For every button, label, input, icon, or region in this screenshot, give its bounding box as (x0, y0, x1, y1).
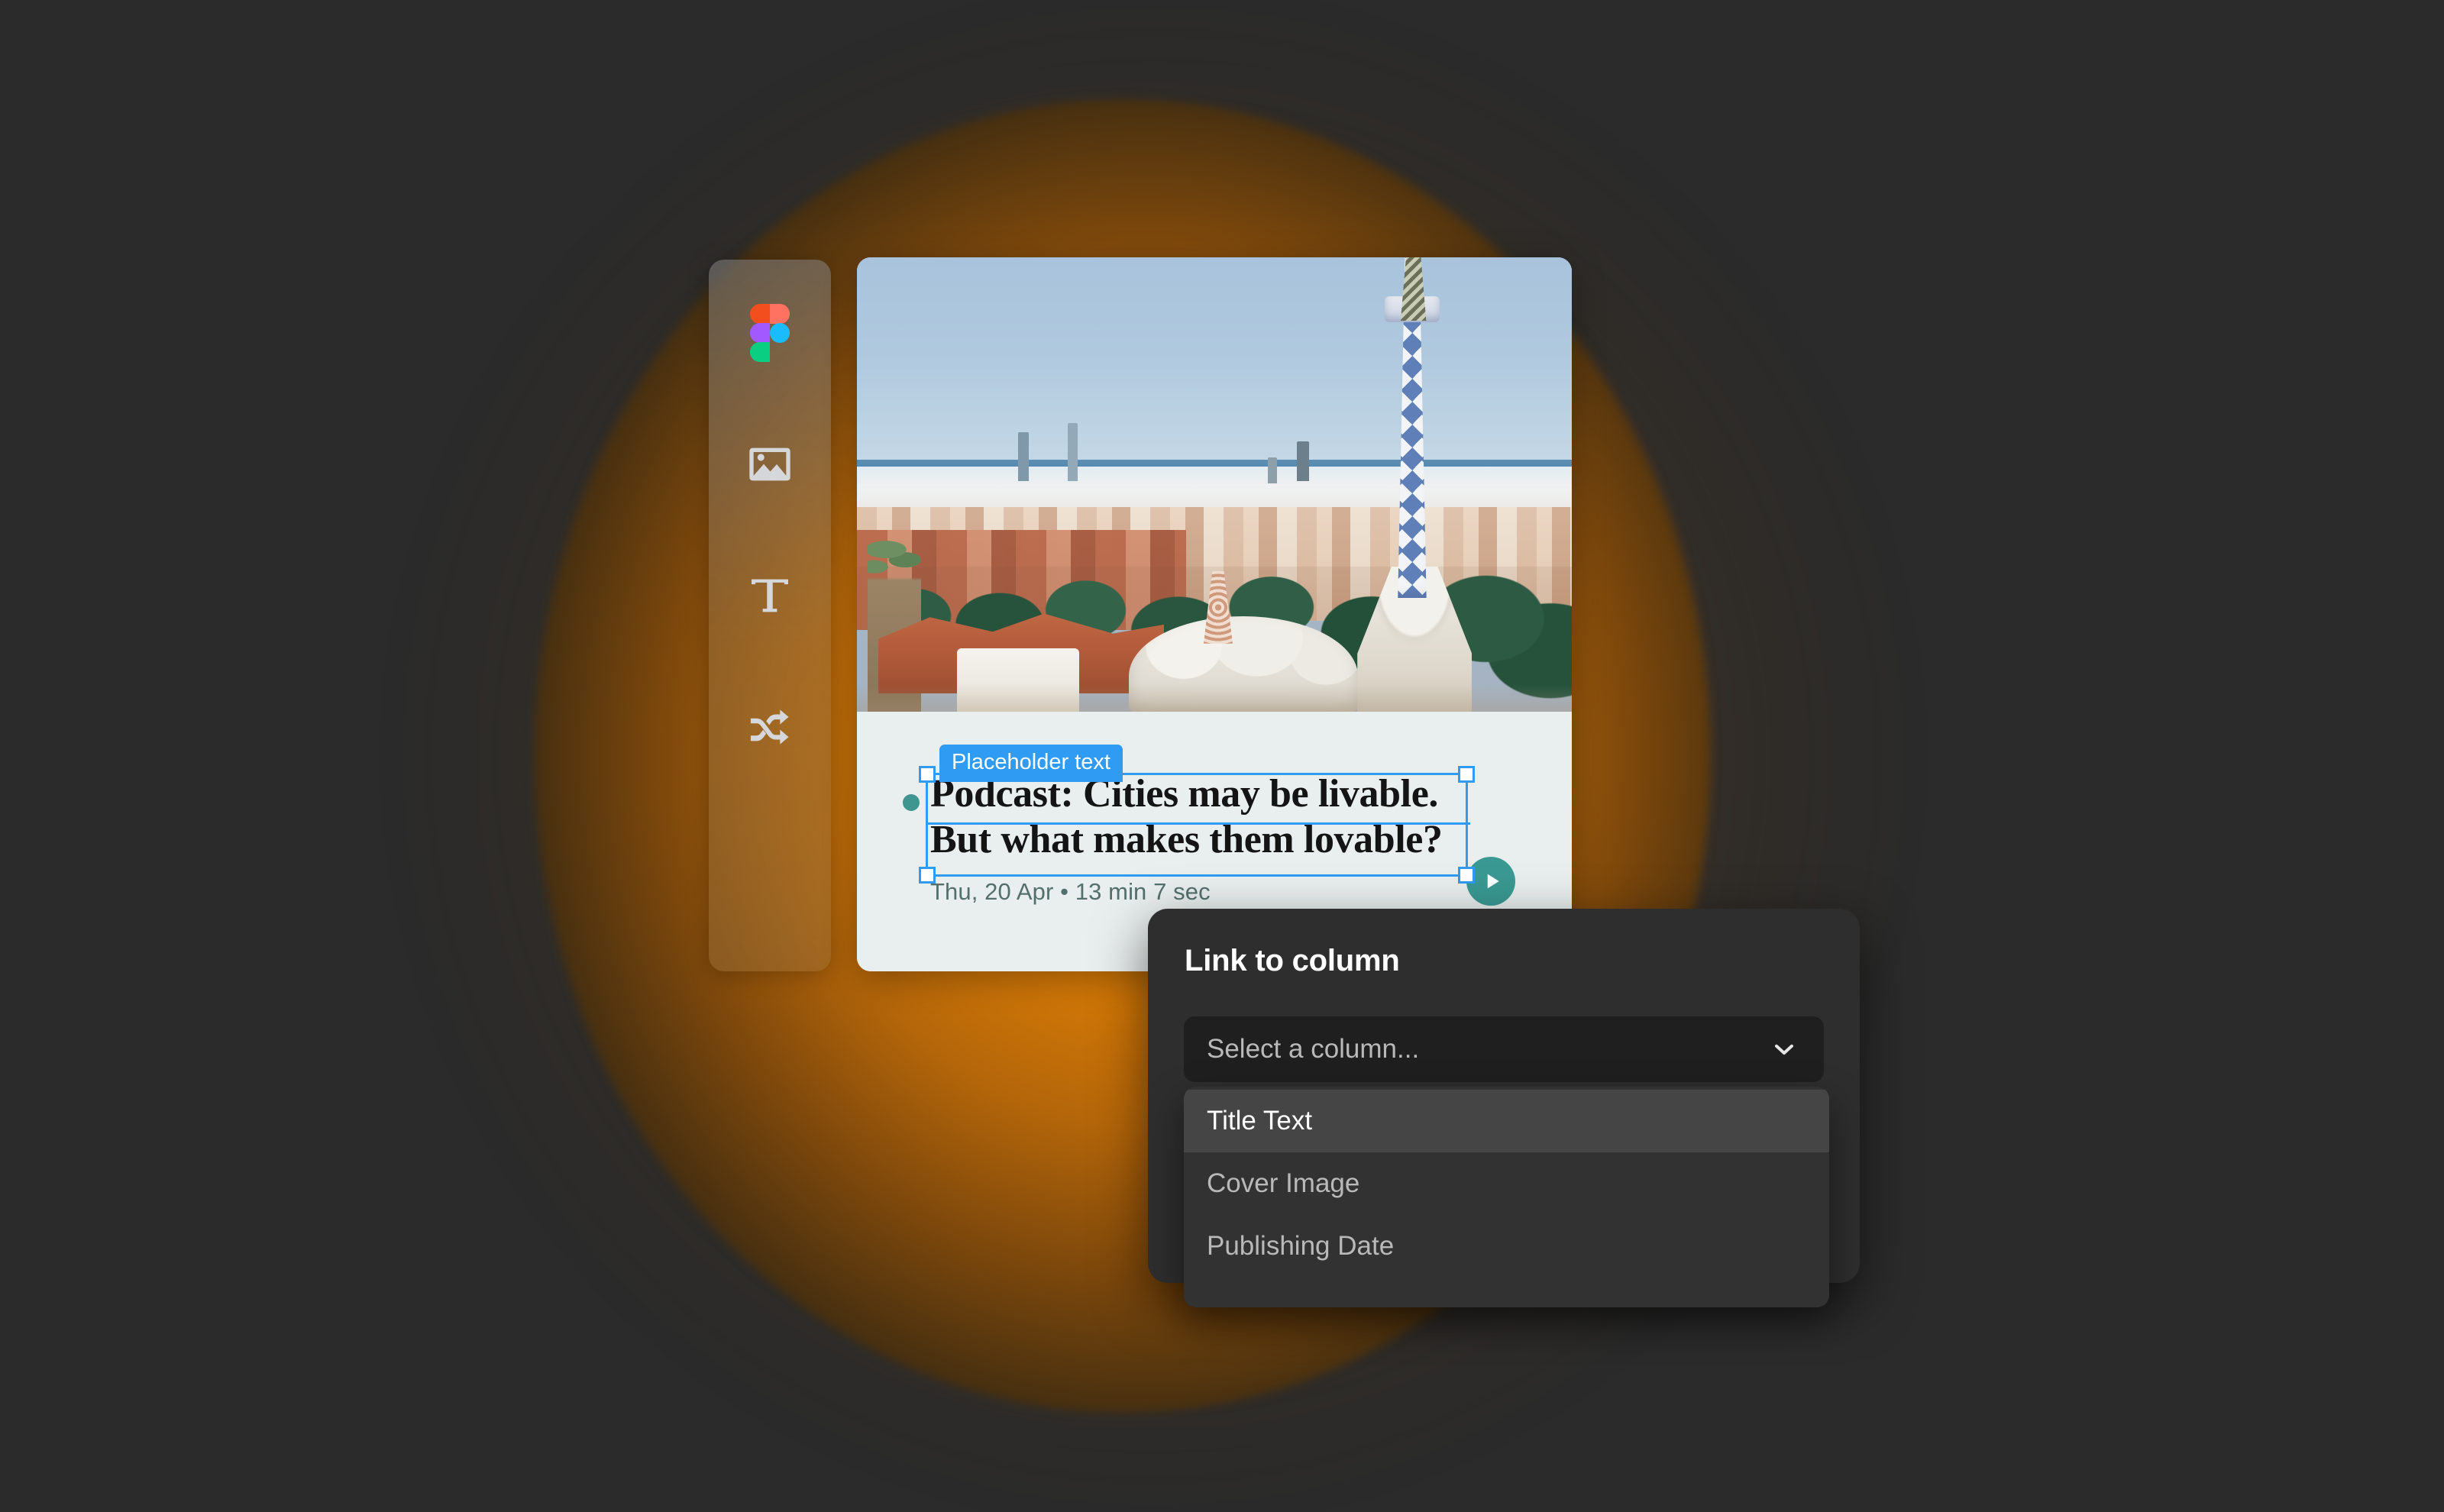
text-icon (752, 579, 788, 612)
toolbar-item-image[interactable] (741, 435, 799, 493)
toolbar-item-text[interactable] (741, 567, 799, 625)
column-select-value: Select a column... (1207, 1034, 1420, 1064)
option-title-text[interactable]: Title Text (1184, 1090, 1829, 1152)
chevron-down-icon (1769, 1034, 1799, 1065)
play-icon (1487, 874, 1499, 889)
option-cover-image[interactable]: Cover Image (1184, 1152, 1829, 1215)
figma-logo-icon (750, 304, 790, 362)
shuffle-icon (750, 709, 789, 745)
bullet-dot-icon (903, 794, 920, 811)
dialog-title: Link to column (1185, 944, 1400, 977)
card-title-line-2: But what makes them lovable? (930, 818, 1443, 861)
cover-image (857, 257, 1572, 712)
toolbar-item-figma[interactable] (741, 304, 799, 362)
figma-plugin-toolbar (709, 260, 831, 971)
card-meta: Thu, 20 Apr • 13 min 7 sec (930, 878, 1211, 905)
app-canvas: Podcast: Cities may be livable. But what… (0, 0, 2444, 1512)
column-options-list: Title Text Cover Image Publishing Date (1184, 1087, 1829, 1307)
selection-label-badge: Placeholder text (939, 745, 1123, 782)
play-button[interactable] (1466, 857, 1515, 906)
option-publishing-date[interactable]: Publishing Date (1184, 1215, 1829, 1278)
image-icon (749, 447, 790, 481)
card-title: Podcast: Cities may be livable. But what… (930, 771, 1480, 863)
column-select[interactable]: Select a column... (1184, 1016, 1824, 1082)
podcast-card[interactable]: Podcast: Cities may be livable. But what… (857, 257, 1572, 971)
toolbar-item-shuffle[interactable] (741, 698, 799, 756)
